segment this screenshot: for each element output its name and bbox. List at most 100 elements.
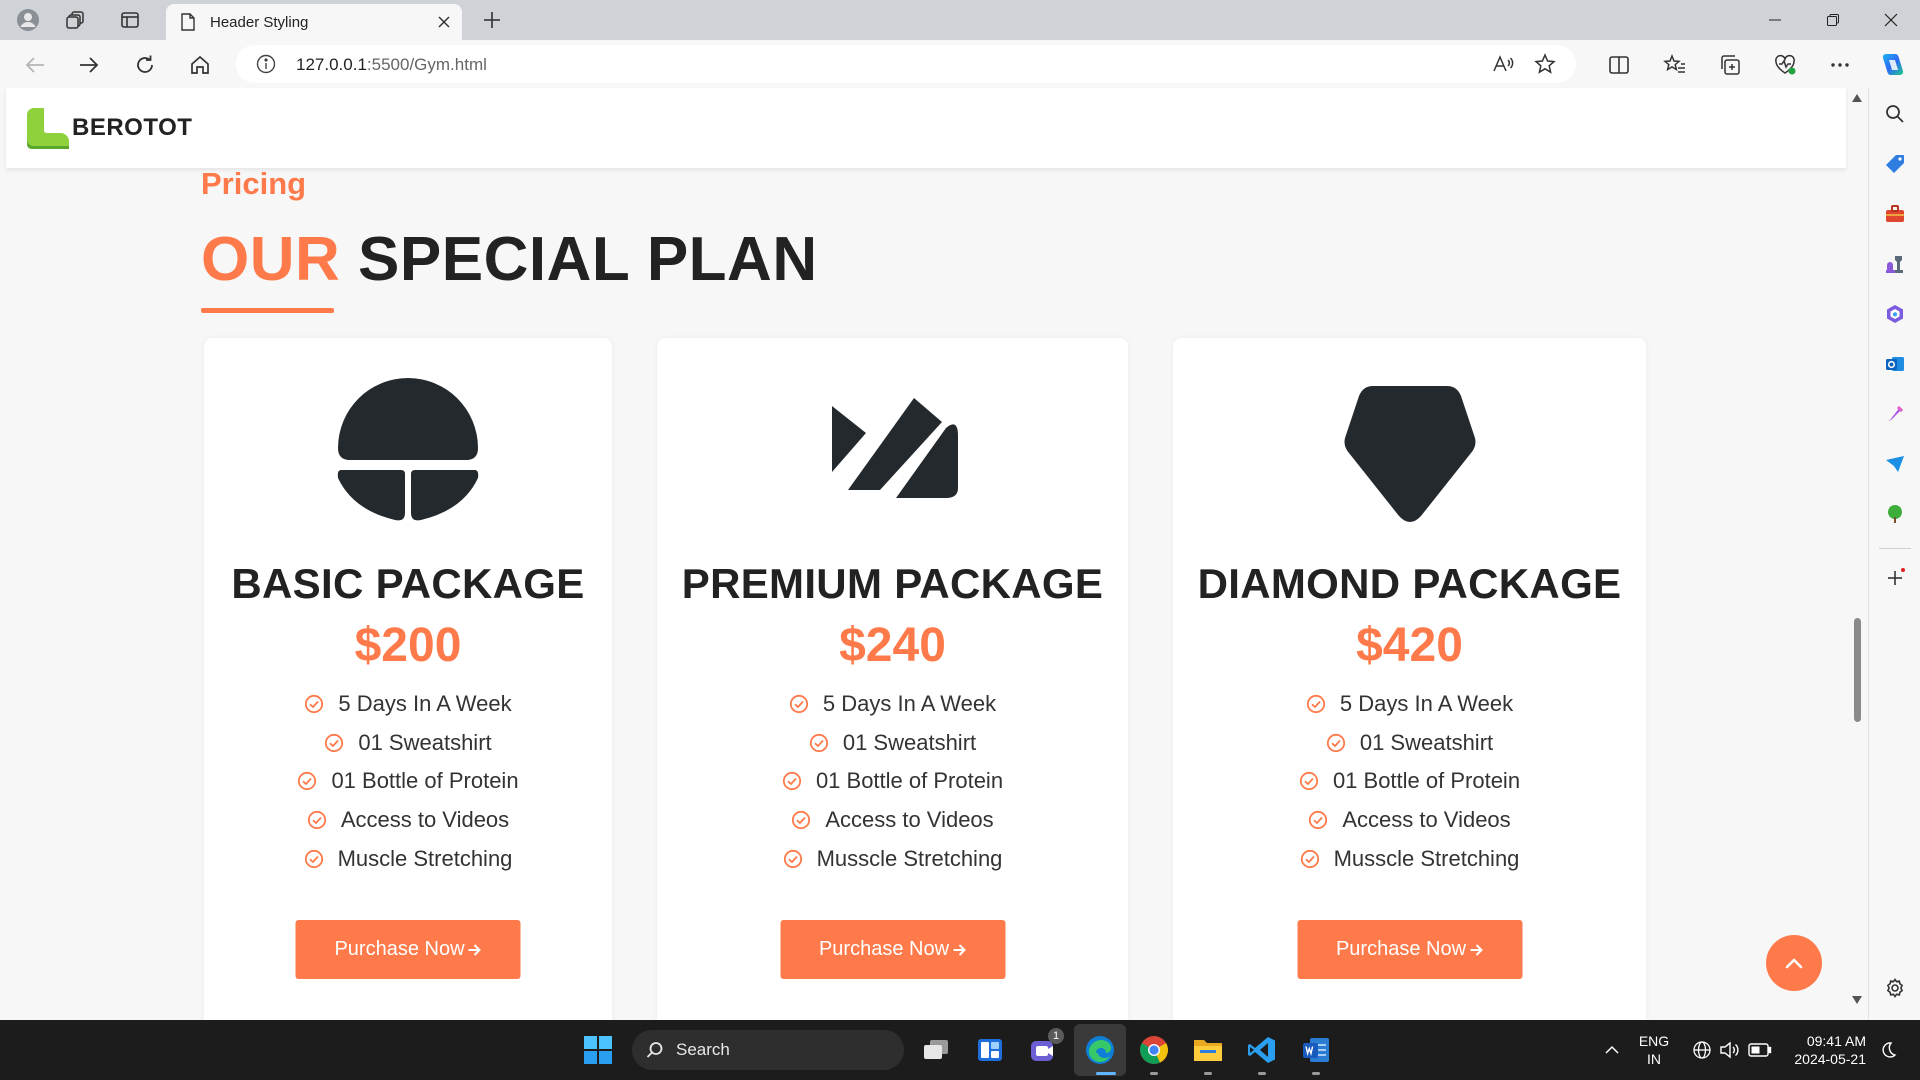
plan-price: $240 (839, 619, 946, 672)
site-header: BEROTOT (6, 88, 1846, 168)
microsoft-365-icon[interactable] (1881, 300, 1909, 328)
split-screen-icon[interactable] (1604, 50, 1634, 80)
site-info-icon[interactable] (256, 54, 276, 74)
outlook-icon[interactable] (1881, 350, 1909, 378)
taskbar-search[interactable]: Search (632, 1030, 904, 1070)
active-tab[interactable]: Header Styling (166, 4, 462, 40)
purchase-now-button[interactable]: Purchase Now (780, 920, 1005, 979)
browser-tab-bar: Header Styling (0, 0, 1920, 40)
feature-list: 5 Days In A Week 01 Sweatshirt 01 Bottle… (1173, 685, 1646, 878)
tools-icon[interactable] (1881, 200, 1909, 228)
edge-browser-icon[interactable] (1082, 1032, 1118, 1068)
logo-text[interactable]: BEROTOT (72, 114, 192, 142)
back-to-top-button[interactable] (1766, 935, 1822, 991)
collections-icon[interactable] (1715, 50, 1745, 80)
vertical-tabs-icon[interactable] (116, 6, 144, 34)
workspaces-icon[interactable] (62, 6, 90, 34)
purchase-now-button[interactable]: Purchase Now (295, 920, 521, 979)
tree-icon[interactable] (1881, 500, 1909, 528)
teams-chat-icon[interactable]: 1 (1026, 1028, 1064, 1068)
feature-item: 5 Days In A Week (204, 685, 612, 724)
back-icon[interactable] (20, 50, 50, 80)
add-sidebar-app-icon[interactable] (1881, 564, 1909, 592)
address-bar[interactable]: 127.0.0.1:5500/Gym.html (236, 45, 1576, 83)
plan-name: PREMIUM PACKAGE (681, 560, 1104, 607)
premium-plan-icon (818, 378, 968, 528)
chrome-icon[interactable] (1136, 1032, 1172, 1068)
check-circle-icon (783, 849, 802, 868)
check-circle-icon (809, 733, 828, 752)
shopping-tag-icon[interactable] (1881, 150, 1909, 178)
battery-icon[interactable] (1742, 1032, 1778, 1068)
show-hidden-icons-chevron-up-icon[interactable] (1594, 1032, 1630, 1068)
check-circle-icon (792, 810, 811, 830)
search-icon (646, 1042, 663, 1058)
feature-list: 5 Days In A Week 01 Sweatshirt 01 Bottle… (204, 685, 612, 878)
forward-icon[interactable] (74, 50, 104, 80)
feature-item: Access to Videos (657, 801, 1128, 840)
plan-name: DIAMOND PACKAGE (1197, 560, 1622, 607)
purchase-now-button[interactable]: Purchase Now (1297, 920, 1522, 979)
browser-essentials-icon[interactable] (1770, 50, 1800, 80)
vscode-icon[interactable] (1244, 1032, 1280, 1068)
word-icon[interactable] (1298, 1032, 1334, 1068)
read-aloud-icon[interactable] (1490, 51, 1516, 77)
check-circle-icon (1300, 849, 1319, 868)
feature-item: Musscle Stretching (1173, 839, 1646, 878)
feature-item: 01 Sweatshirt (204, 724, 612, 763)
more-options-icon[interactable] (1825, 50, 1855, 80)
windows-taskbar: Search 1 ENG IN 09:41 AM 2024-05-21 (0, 1020, 1920, 1080)
language-indicator[interactable]: ENG IN (1636, 1032, 1672, 1068)
favorites-icon[interactable] (1660, 50, 1690, 80)
search-label: Search (676, 1040, 730, 1059)
plan-price: $420 (1356, 619, 1463, 672)
send-icon[interactable] (1881, 450, 1909, 478)
feature-item: Musscle Stretching (657, 839, 1128, 878)
scroll-thumb[interactable] (1854, 618, 1861, 722)
minimize-icon[interactable] (1752, 4, 1798, 36)
url-text: 127.0.0.1:5500/Gym.html (296, 55, 487, 74)
widgets-icon[interactable] (972, 1032, 1008, 1068)
games-icon[interactable] (1881, 250, 1909, 278)
file-explorer-icon[interactable] (1190, 1032, 1226, 1068)
plan-card-basic: BASIC PACKAGE $200 5 Days In A Week 01 S… (204, 338, 612, 1020)
word-running-indicator (1312, 1072, 1320, 1075)
home-icon[interactable] (185, 50, 215, 80)
check-circle-icon (305, 695, 324, 714)
windows-start-icon[interactable] (580, 1032, 616, 1068)
scroll-up-arrow-icon[interactable] (1852, 94, 1862, 102)
search-icon[interactable] (1881, 100, 1909, 128)
scroll-down-arrow-icon[interactable] (1852, 996, 1862, 1004)
section-title-rest: SPECIAL PLAN (358, 225, 818, 294)
arrow-right-icon (953, 943, 966, 956)
feature-item: 5 Days In A Week (1173, 685, 1646, 724)
favorite-star-icon[interactable] (1532, 51, 1558, 77)
new-tab-icon[interactable] (478, 6, 506, 34)
close-window-icon[interactable] (1868, 4, 1914, 36)
refresh-icon[interactable] (130, 50, 160, 80)
feature-item: 01 Sweatshirt (1173, 724, 1646, 763)
feature-item: Access to Videos (1173, 801, 1646, 840)
tab-title: Header Styling (210, 14, 309, 31)
feature-item: 01 Bottle of Protein (204, 762, 612, 801)
section-title-accent: OUR (201, 225, 341, 294)
profile-icon[interactable] (14, 6, 42, 34)
plan-card-diamond: DIAMOND PACKAGE $420 5 Days In A Week 01… (1173, 338, 1646, 1020)
clock[interactable]: 09:41 AM 2024-05-21 (1786, 1032, 1866, 1068)
plan-name: BASIC PACKAGE (231, 560, 585, 607)
designer-icon[interactable] (1881, 400, 1909, 428)
check-circle-icon (789, 695, 808, 714)
task-view-icon[interactable] (918, 1032, 954, 1068)
page-scrollbar[interactable] (1846, 88, 1868, 1020)
check-circle-icon (1309, 810, 1328, 830)
sidebar-divider (1879, 548, 1911, 549)
title-underline (201, 308, 334, 313)
plan-price: $200 (354, 619, 462, 672)
copilot-icon[interactable] (1877, 50, 1907, 80)
edge-running-indicator (1096, 1072, 1116, 1075)
close-tab-icon[interactable] (434, 12, 454, 32)
restore-icon[interactable] (1810, 4, 1856, 36)
sidebar-settings-icon[interactable] (1881, 974, 1909, 1002)
notifications-moon-icon[interactable] (1870, 1032, 1906, 1068)
logo-icon[interactable] (26, 106, 70, 150)
